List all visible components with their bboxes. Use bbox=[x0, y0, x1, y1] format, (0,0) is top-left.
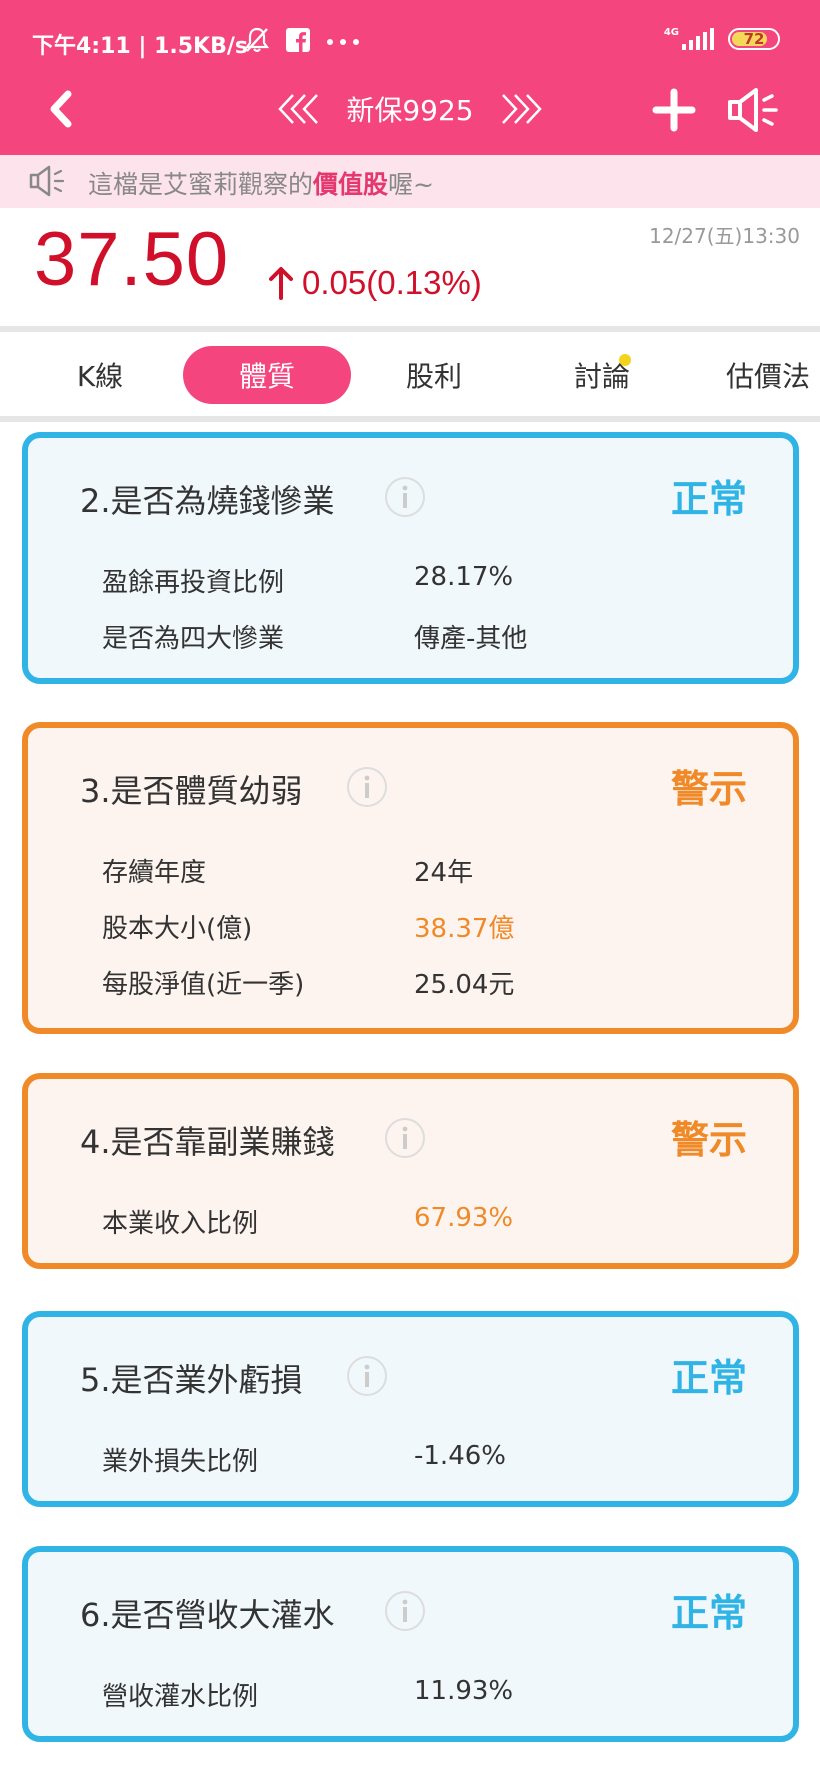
signal-icon: 4G bbox=[664, 28, 714, 50]
card-title: 3.是否體質幼弱 bbox=[80, 772, 303, 810]
metric-value: 67.93% bbox=[414, 1203, 514, 1233]
tab-discussion[interactable]: 討論 bbox=[538, 346, 666, 404]
more-dots-icon bbox=[327, 39, 359, 45]
info-icon[interactable] bbox=[384, 1117, 426, 1159]
metric-value: 24年 bbox=[414, 858, 474, 888]
facebook-icon bbox=[286, 28, 310, 52]
status-badge: 正常 bbox=[670, 477, 747, 521]
status-bar: 下午4:11 | 1.5KB/s 4G 72 bbox=[0, 0, 820, 80]
status-right: 4G 72 bbox=[664, 28, 780, 50]
network-label: 4G bbox=[663, 27, 679, 38]
battery-level: 72 bbox=[743, 30, 765, 48]
next-double-chevron-icon[interactable] bbox=[495, 91, 545, 127]
status-badge: 警示 bbox=[670, 767, 747, 811]
announcement-text: 這檔是艾蜜莉觀察的價值股喔~ bbox=[88, 165, 434, 201]
check-card[interactable]: 5.是否業外虧損 正常 業外損失比例 -1.46% bbox=[22, 1311, 799, 1507]
price-change-value: 0.05(0.13%) bbox=[302, 264, 482, 301]
stock-switcher: 新保9925 bbox=[275, 86, 545, 132]
metric-label: 營收灌水比例 bbox=[102, 1682, 259, 1712]
metric-label: 存續年度 bbox=[102, 858, 207, 888]
announcement-suffix: 喔~ bbox=[388, 170, 434, 199]
check-card[interactable]: 2.是否為燒錢慘業 正常 盈餘再投資比例 28.17% 是否為四大慘業 傳產-其… bbox=[22, 432, 799, 684]
card-title: 2.是否為燒錢慘業 bbox=[80, 482, 335, 520]
metric-label: 每股淨值(近一季) bbox=[102, 970, 305, 1000]
info-icon[interactable] bbox=[384, 1590, 426, 1632]
back-chevron-icon[interactable] bbox=[38, 84, 88, 134]
status-badge: 正常 bbox=[670, 1356, 747, 1400]
metric-value: 38.37億 bbox=[414, 914, 515, 944]
tab-valuation[interactable]: 估價法 bbox=[716, 346, 820, 404]
announcement-bar[interactable]: 這檔是艾蜜莉觀察的價值股喔~ bbox=[0, 155, 820, 208]
quote-panel: 12/27(五)13:30 37.50 0.05(0.13%) bbox=[0, 208, 820, 326]
metric-label: 是否為四大慘業 bbox=[102, 624, 285, 654]
status-badge: 正常 bbox=[670, 1591, 747, 1635]
new-dot-badge bbox=[619, 354, 631, 366]
battery-icon: 72 bbox=[728, 28, 780, 50]
metric-value: 11.93% bbox=[414, 1676, 514, 1706]
tab-dividend[interactable]: 股利 bbox=[370, 346, 498, 404]
status-badge: 警示 bbox=[670, 1118, 747, 1162]
card-title: 6.是否營收大灌水 bbox=[80, 1596, 335, 1634]
metric-value: -1.46% bbox=[414, 1441, 506, 1471]
divider bbox=[0, 416, 820, 422]
tab-bar: K線 體質 股利 討論 估價法 bbox=[0, 340, 820, 412]
tab-kline[interactable]: K線 bbox=[36, 346, 164, 404]
muted-bell-icon bbox=[244, 27, 270, 53]
info-icon[interactable] bbox=[346, 1355, 388, 1397]
divider bbox=[0, 326, 820, 332]
stock-price: 37.50 bbox=[34, 217, 230, 302]
nav-bar: 新保9925 bbox=[0, 82, 820, 142]
metric-value: 傳產-其他 bbox=[414, 624, 528, 654]
arrow-up-icon bbox=[269, 267, 293, 300]
card-title: 5.是否業外虧損 bbox=[80, 1361, 303, 1399]
app-header: 下午4:11 | 1.5KB/s 4G 72 新保9925 bbox=[0, 0, 820, 155]
metric-value: 28.17% bbox=[414, 562, 514, 592]
announcement-prefix: 這檔是艾蜜莉觀察的 bbox=[88, 170, 314, 199]
quote-timestamp: 12/27(五)13:30 bbox=[649, 224, 800, 248]
prev-double-chevron-icon[interactable] bbox=[275, 91, 325, 127]
tab-valuation-label: 估價法 bbox=[726, 360, 811, 393]
speaker-icon[interactable] bbox=[724, 84, 784, 136]
metric-label: 股本大小(億) bbox=[102, 914, 253, 944]
check-card[interactable]: 3.是否體質幼弱 警示 存續年度 24年 股本大小(億) 38.37億 每股淨值… bbox=[22, 722, 799, 1034]
metric-label: 本業收入比例 bbox=[102, 1209, 259, 1239]
price-change: 0.05(0.13%) bbox=[268, 264, 482, 302]
announcement-highlight: 價值股 bbox=[313, 170, 389, 199]
info-icon[interactable] bbox=[346, 766, 388, 808]
check-card[interactable]: 4.是否靠副業賺錢 警示 本業收入比例 67.93% bbox=[22, 1073, 799, 1269]
metric-label: 盈餘再投資比例 bbox=[102, 568, 285, 598]
plus-icon[interactable] bbox=[650, 86, 698, 134]
stock-title: 新保9925 bbox=[346, 94, 474, 127]
tab-constitution[interactable]: 體質 bbox=[183, 346, 351, 404]
metric-value: 25.04元 bbox=[414, 970, 515, 1000]
card-title: 4.是否靠副業賺錢 bbox=[80, 1123, 335, 1161]
info-icon[interactable] bbox=[384, 476, 426, 518]
check-card[interactable]: 6.是否營收大灌水 正常 營收灌水比例 11.93% bbox=[22, 1546, 799, 1742]
status-time: 下午4:11 | 1.5KB/s bbox=[32, 34, 248, 59]
metric-label: 業外損失比例 bbox=[102, 1447, 259, 1477]
speaker-icon bbox=[29, 165, 65, 197]
